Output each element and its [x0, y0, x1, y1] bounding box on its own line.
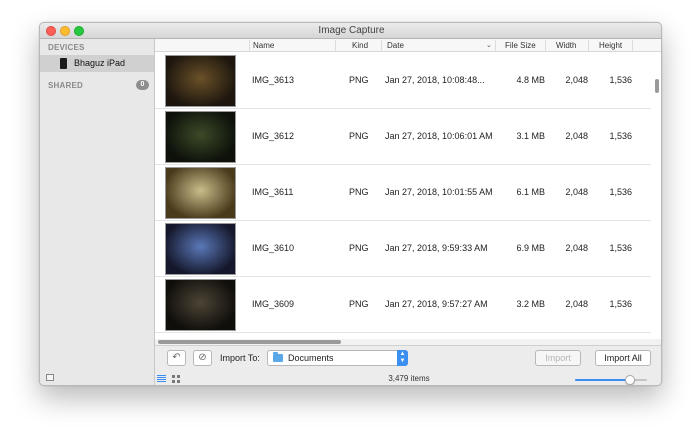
- cell-height: 1,536: [609, 75, 632, 85]
- cell-name: IMG_3610: [252, 243, 295, 253]
- rotate-left-icon: ↶: [172, 352, 181, 363]
- status-bar: 3,479 items: [155, 371, 661, 385]
- shared-header: SHARED: [48, 81, 83, 90]
- column-kind[interactable]: Kind: [352, 41, 368, 50]
- cell-file-size: 3.1 MB: [516, 131, 545, 141]
- cell-kind: PNG: [349, 75, 369, 85]
- horizontal-scrollbar-thumb[interactable]: [158, 340, 341, 344]
- column-name[interactable]: Name: [253, 41, 274, 50]
- cell-height: 1,536: [609, 243, 632, 253]
- column-separator: [588, 40, 589, 51]
- cell-kind: PNG: [349, 299, 369, 309]
- cell-kind: PNG: [349, 243, 369, 253]
- column-separator: [632, 40, 633, 51]
- table-row[interactable]: IMG_3611 PNG Jan 27, 2018, 10:01:55 AM 6…: [155, 165, 651, 221]
- image-thumbnail: [165, 55, 236, 107]
- column-separator: [381, 40, 382, 51]
- cell-file-size: 4.8 MB: [516, 75, 545, 85]
- cell-width: 2,048: [565, 243, 588, 253]
- image-thumbnail: [165, 111, 236, 163]
- folder-icon: [273, 352, 283, 362]
- table-row[interactable]: IMG_3609 PNG Jan 27, 2018, 9:57:27 AM 3.…: [155, 277, 651, 333]
- import-toolbar: ↶ ⊘ Import To: Documents ▲ ▼ Import Impor…: [155, 345, 661, 371]
- import-all-button[interactable]: Import All: [595, 350, 651, 366]
- image-thumbnail: [165, 223, 236, 275]
- column-file-size[interactable]: File Size: [505, 41, 536, 50]
- vertical-scrollbar[interactable]: [655, 79, 659, 93]
- cell-file-size: 6.9 MB: [516, 243, 545, 253]
- cell-width: 2,048: [565, 75, 588, 85]
- thumbnail-size-slider[interactable]: [575, 375, 647, 385]
- cell-date: Jan 27, 2018, 10:08:48...: [385, 75, 485, 85]
- ipad-icon: [60, 58, 67, 69]
- no-entry-icon: ⊘: [198, 352, 207, 363]
- device-info-icon[interactable]: [46, 374, 54, 381]
- title-bar: Image Capture: [40, 23, 661, 39]
- column-header: Name Kind Date ⌄ File Size Width Height: [155, 39, 661, 52]
- cell-name: IMG_3611: [252, 187, 294, 197]
- chevron-up-down-icon: ▲ ▼: [397, 350, 408, 366]
- slider-knob[interactable]: [625, 375, 636, 385]
- import-button[interactable]: Import: [535, 350, 581, 366]
- cell-height: 1,536: [609, 131, 632, 141]
- cell-kind: PNG: [349, 131, 369, 141]
- sidebar: DEVICES Bhaguz iPad SHARED 0: [40, 39, 155, 385]
- column-separator: [335, 40, 336, 51]
- column-date[interactable]: Date: [387, 41, 404, 50]
- sidebar-item-bhaguz-ipad[interactable]: Bhaguz iPad: [40, 55, 154, 72]
- shared-count-badge: 0: [136, 80, 149, 90]
- cell-date: Jan 27, 2018, 9:59:33 AM: [385, 243, 488, 253]
- cell-date: Jan 27, 2018, 9:57:27 AM: [385, 299, 488, 309]
- table-row[interactable]: IMG_3613 PNG Jan 27, 2018, 10:08:48... 4…: [155, 53, 651, 109]
- column-separator: [249, 40, 250, 51]
- cell-kind: PNG: [349, 187, 369, 197]
- image-capture-window: Image Capture DEVICES Bhaguz iPad SHARED…: [39, 22, 662, 386]
- cell-name: IMG_3609: [252, 299, 295, 309]
- image-thumbnail: [165, 167, 236, 219]
- rotate-left-button[interactable]: ↶: [167, 350, 186, 366]
- chevron-down-icon: ⌄: [486, 42, 492, 49]
- window-title: Image Capture: [318, 25, 385, 36]
- cell-width: 2,048: [565, 299, 588, 309]
- import-destination-value: Documents: [288, 353, 334, 363]
- delete-button[interactable]: ⊘: [193, 350, 212, 366]
- cell-name: IMG_3612: [252, 131, 295, 141]
- cell-name: IMG_3613: [252, 75, 295, 85]
- cell-height: 1,536: [609, 187, 632, 197]
- sidebar-item-label: Bhaguz iPad: [74, 58, 126, 68]
- cell-date: Jan 27, 2018, 10:06:01 AM: [385, 131, 493, 141]
- cell-height: 1,536: [609, 299, 632, 309]
- column-separator: [495, 40, 496, 51]
- cell-file-size: 6.1 MB: [516, 187, 545, 197]
- rows-container: IMG_3613 PNG Jan 27, 2018, 10:08:48... 4…: [155, 53, 651, 334]
- slider-fill: [575, 379, 631, 381]
- image-list: Name Kind Date ⌄ File Size Width Height …: [155, 39, 661, 339]
- cell-file-size: 3.2 MB: [516, 299, 545, 309]
- devices-header: DEVICES: [48, 43, 85, 52]
- image-thumbnail: [165, 279, 236, 331]
- import-destination-select[interactable]: Documents ▲ ▼: [267, 350, 408, 366]
- cell-width: 2,048: [565, 187, 588, 197]
- table-row[interactable]: IMG_3612 PNG Jan 27, 2018, 10:06:01 AM 3…: [155, 109, 651, 165]
- table-row[interactable]: IMG_3610 PNG Jan 27, 2018, 9:59:33 AM 6.…: [155, 221, 651, 277]
- cell-width: 2,048: [565, 131, 588, 141]
- column-width[interactable]: Width: [556, 41, 576, 50]
- cell-date: Jan 27, 2018, 10:01:55 AM: [385, 187, 493, 197]
- column-separator: [545, 40, 546, 51]
- column-height[interactable]: Height: [599, 41, 622, 50]
- import-to-label: Import To:: [220, 353, 260, 363]
